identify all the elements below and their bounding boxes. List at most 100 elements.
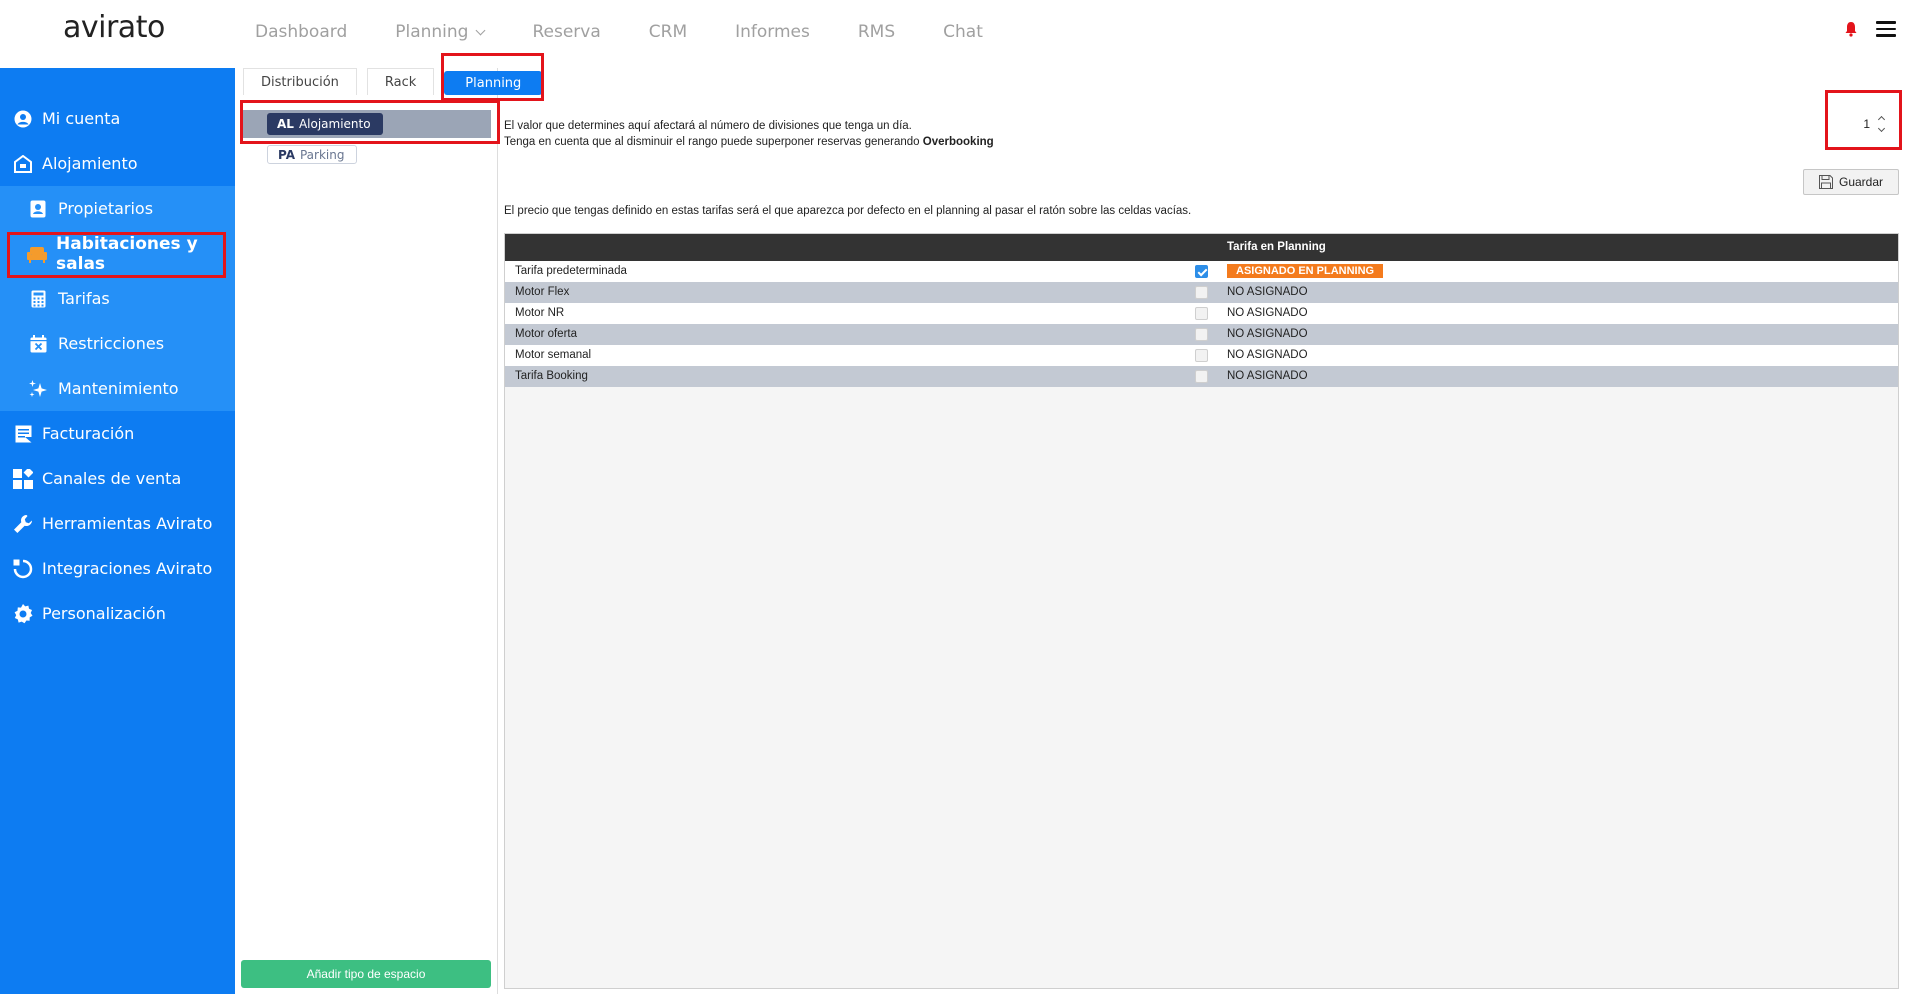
chevron-down-icon [476,25,486,35]
tab-rack[interactable]: Rack [366,68,435,95]
column-header-tarifa-en-planning: Tarifa en Planning [1227,241,1326,253]
info-line-2: Tenga en cuenta que al disminuir el rang… [504,136,994,148]
stepper-arrows[interactable] [1877,115,1886,133]
rate-checkbox[interactable] [1195,307,1208,320]
sidebar-item-canales[interactable]: Canales de venta [0,456,235,501]
sidebar-item-label: Mi cuenta [42,109,121,128]
grid-icon [12,468,34,490]
hamburger-menu-icon[interactable] [1876,21,1896,37]
sidebar-item-label: Integraciones Avirato [42,559,213,578]
save-button[interactable]: Guardar [1803,169,1899,195]
wrench-icon [12,513,34,535]
table-row: Motor oferta NO ASIGNADO [505,324,1898,345]
rate-checkbox[interactable] [1195,265,1208,278]
table-row: Motor NR NO ASIGNADO [505,303,1898,324]
nav-informes[interactable]: Informes [735,22,810,42]
sidebar-item-restricciones[interactable]: Restricciones [0,321,235,366]
invoice-icon [12,423,34,445]
rate-name: Motor NR [515,307,565,319]
save-label: Guardar [1838,175,1884,189]
info-line-1: El valor que determines aquí afectará al… [504,120,912,132]
sidebar-item-label: Tarifas [58,289,110,308]
sidebar-item-personalizacion[interactable]: Personalización [0,591,235,636]
calendar-x-icon [27,333,49,355]
chevron-down-icon[interactable] [1877,124,1886,133]
divisions-stepper[interactable]: 1 [1837,108,1890,140]
table-row: Tarifa Booking NO ASIGNADO [505,366,1898,387]
rate-name: Motor semanal [515,349,592,361]
status-text: NO ASIGNADO [1227,328,1308,340]
sidebar-item-label: Habitaciones y salas [56,233,198,274]
space-code: AL [277,117,294,131]
rate-name: Motor oferta [515,328,577,340]
bell-icon[interactable] [1844,21,1858,37]
nav-chat-label: Chat [943,22,983,42]
nav-rms[interactable]: RMS [858,22,895,42]
tab-planning[interactable]: Planning [444,71,543,95]
rate-checkbox[interactable] [1195,328,1208,341]
space-label: Parking [299,147,345,162]
tab-bar: Distribución Rack Planning [243,68,552,96]
sidebar-item-tarifas[interactable]: Tarifas [0,276,235,321]
nav-reserva-label: Reserva [532,22,601,42]
gear-icon [12,603,34,625]
nav-rms-label: RMS [857,22,896,42]
overbooking-label: Overbooking [922,136,994,148]
rates-table: Tarifa en Planning Tarifa predeterminada… [504,233,1899,989]
sidebar-item-label: Alojamiento [42,154,138,173]
rate-name: Motor Flex [515,286,570,298]
chevron-up-icon[interactable] [1877,115,1886,124]
add-space-type-button[interactable]: Añadir tipo de espacio [241,960,491,988]
calculator-icon [27,288,49,310]
sidebar-item-label: Propietarios [58,199,154,218]
sidebar-item-label: Herramientas Avirato [42,514,213,533]
status-text: NO ASIGNADO [1227,370,1308,382]
rate-checkbox[interactable] [1195,349,1208,362]
divisions-value[interactable]: 1 [1863,117,1870,131]
rate-name: Tarifa Booking [515,370,588,382]
sidebar-item-herramientas[interactable]: Herramientas Avirato [0,501,235,546]
rate-checkbox[interactable] [1195,286,1208,299]
rate-checkbox[interactable] [1195,370,1208,383]
space-chip-parking[interactable]: PA Parking [267,145,358,164]
sparkles-icon [27,378,49,400]
sidebar-item-mi-cuenta[interactable]: Mi cuenta [0,96,235,141]
nav-planning-label: Planning [395,22,469,42]
sidebar-item-propietarios[interactable]: Propietarios [0,186,235,231]
nav-planning[interactable]: Planning [395,22,486,42]
tab-distribucion[interactable]: Distribución [243,68,357,95]
status-text: NO ASIGNADO [1227,307,1308,319]
status-text: NO ASIGNADO [1227,286,1308,298]
nav-informes-label: Informes [735,22,810,42]
sidebar-item-facturacion[interactable]: Facturación [0,411,235,456]
status-text: NO ASIGNADO [1227,349,1308,361]
sidebar-item-label: Personalización [42,604,166,623]
sidebar-item-alojamiento[interactable]: Alojamiento [0,141,235,186]
nav-crm-label: CRM [648,22,688,42]
space-label: Alojamiento [298,117,371,131]
nav-chat[interactable]: Chat [943,22,983,42]
user-circle-icon [12,108,34,130]
top-nav: Dashboard Planning Reserva CRM Informes … [255,22,1031,42]
nav-reserva[interactable]: Reserva [532,22,600,42]
table-header: Tarifa en Planning [505,234,1898,261]
sidebar-item-label: Facturación [42,424,135,443]
sidebar-item-integraciones[interactable]: Integraciones Avirato [0,546,235,591]
nav-dashboard[interactable]: Dashboard [255,22,347,42]
divisions-info: El valor que determines aquí afectará al… [504,118,994,150]
table-row: Motor semanal NO ASIGNADO [505,345,1898,366]
sidebar-item-habitaciones[interactable]: Habitaciones y salas [0,231,235,276]
space-code: PA [278,147,295,162]
sidebar-item-label: Restricciones [58,334,165,353]
sidebar-item-label: Mantenimiento [58,379,179,398]
nav-crm[interactable]: CRM [649,22,687,42]
owner-card-icon [27,198,49,220]
sofa-icon [27,243,48,265]
table-row: Motor Flex NO ASIGNADO [505,282,1898,303]
space-chip-alojamiento[interactable]: AL Alojamiento [267,113,383,135]
price-note: El precio que tengas definido en estas t… [504,205,1192,217]
space-types-panel [235,68,498,994]
status-badge: ASIGNADO EN PLANNING [1227,264,1384,278]
sidebar-item-mantenimiento[interactable]: Mantenimiento [0,366,235,411]
avirato-logo[interactable]: avirato [63,10,165,45]
